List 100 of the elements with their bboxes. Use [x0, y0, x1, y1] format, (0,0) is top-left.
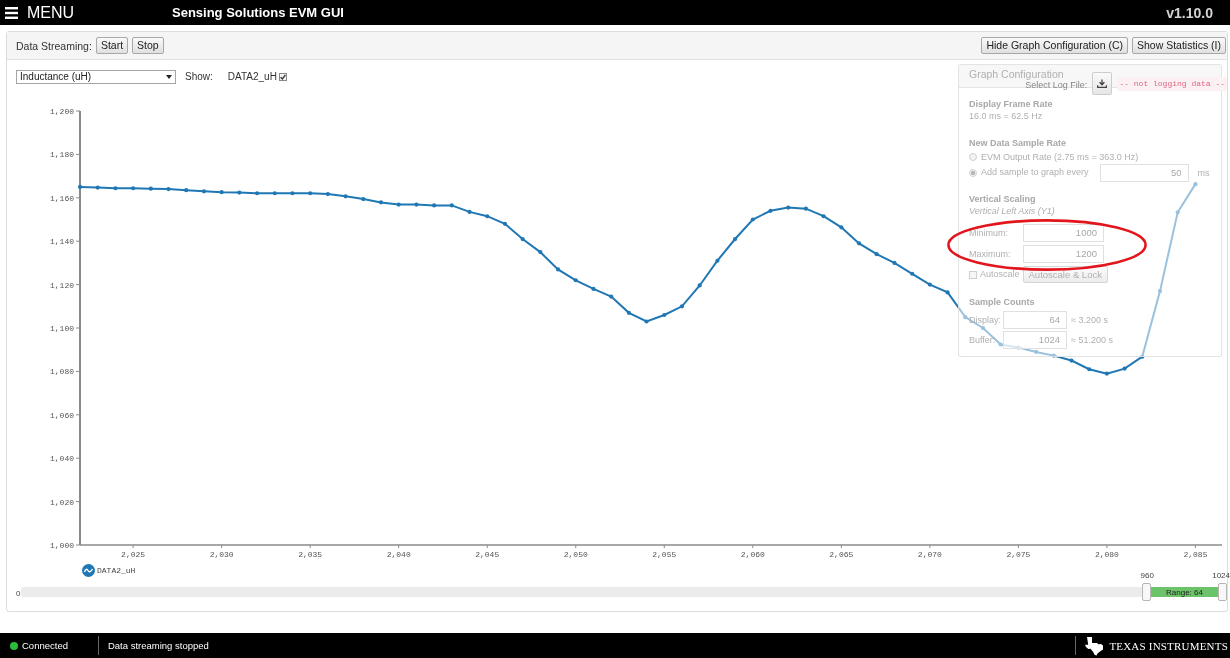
data-point	[1087, 367, 1092, 372]
data-point	[1016, 345, 1021, 350]
data-point	[839, 225, 844, 230]
data-point	[856, 241, 862, 246]
menu-icon	[5, 6, 18, 19]
measurement-dropdown[interactable]: Inductance (uH)	[16, 69, 176, 84]
data-point	[520, 236, 525, 242]
connection-label: Connected	[22, 640, 68, 651]
checkbox[interactable]	[969, 270, 977, 279]
option-label: EVM Output Rate (2.75 ms = 363.0 Hz)	[981, 151, 1139, 163]
caret-icon	[166, 74, 172, 79]
data-point	[910, 271, 915, 276]
download-icon	[1097, 79, 1108, 88]
data-point	[786, 205, 791, 210]
app-title: Sensing Solutions EVM GUI	[172, 5, 344, 20]
y-tick-label: 1,140	[50, 237, 74, 247]
x-tick-label: 2,070	[917, 550, 942, 559]
data-point	[733, 236, 738, 242]
slider-handle[interactable]	[1218, 583, 1227, 601]
slider-min-label: 0	[16, 589, 21, 598]
start-button[interactable]: Start	[95, 37, 129, 54]
menu-button[interactable]: MENU	[0, 0, 79, 25]
data-point	[378, 200, 384, 205]
duration-note: ≈ 51.200 s	[1071, 334, 1113, 346]
data-point	[166, 187, 171, 192]
frame-rate-value: 16.0 ms = 62.5 Hz	[969, 111, 1043, 122]
show-label: Show:	[185, 71, 213, 82]
data-point	[679, 304, 685, 309]
handle-value-label: 960	[1140, 571, 1154, 580]
series-label: DATA2_uH	[227, 71, 277, 82]
status-message: Data streaming stopped	[107, 640, 209, 651]
data-point	[750, 217, 755, 222]
data-point	[821, 214, 826, 219]
hide-config-button[interactable]: Hide Graph Configuration (C)	[981, 37, 1128, 54]
data-point	[95, 185, 100, 190]
data-point	[626, 310, 631, 315]
handle-value-label: 1024	[1212, 571, 1230, 580]
data-point	[1122, 366, 1127, 371]
statistics-button[interactable]: Show Statistics (I)	[1131, 37, 1226, 54]
version-label: v1.10.0	[1166, 4, 1213, 21]
data-point	[1104, 371, 1109, 376]
slider-handle[interactable]	[1141, 583, 1151, 601]
data-point	[77, 184, 83, 190]
radio-button[interactable]	[969, 168, 977, 177]
data-point	[254, 191, 260, 196]
data-point	[1193, 182, 1198, 187]
x-tick-label: 2,060	[740, 550, 765, 559]
y-tick-label: 1,100	[50, 324, 74, 333]
data-point	[308, 191, 313, 196]
data-point	[644, 319, 649, 324]
axis-subheading: Vertical Left Axis (Y1)	[969, 206, 1055, 217]
data-point	[237, 190, 242, 195]
data-point	[1175, 210, 1180, 215]
data-point	[290, 191, 295, 196]
logo-icon	[1084, 635, 1105, 656]
x-tick-label: 2,045	[475, 550, 500, 559]
data-point	[1157, 289, 1163, 294]
section-heading: Vertical Scaling	[969, 194, 1036, 205]
y-tick-label: 1,200	[50, 107, 74, 116]
streaming-label: Data Streaming:	[16, 39, 92, 52]
y-tick-label: 1,060	[50, 410, 74, 420]
data-point	[184, 188, 189, 193]
logging-status: -- not logging data --	[1117, 77, 1227, 91]
x-tick-label: 2,040	[386, 550, 411, 559]
field-label: Minimum:	[969, 227, 1008, 239]
data-point	[538, 249, 543, 255]
x-tick-label: 2,055	[652, 550, 677, 559]
data-point	[1034, 349, 1039, 354]
data-point	[874, 252, 879, 257]
y-tick-label: 1,080	[50, 367, 74, 377]
stop-button[interactable]: Stop	[132, 37, 164, 54]
panel-title: Graph Configuration	[969, 68, 1064, 80]
section-heading: Display Frame Rate	[969, 99, 1053, 110]
x-tick-label: 2,050	[563, 550, 588, 559]
download-button[interactable]	[1092, 72, 1113, 95]
data-point	[768, 208, 773, 213]
y-tick-label: 1,040	[50, 454, 74, 464]
x-tick-label: 2,080	[1094, 550, 1119, 559]
legend-wave-icon	[82, 563, 95, 577]
x-tick-label: 2,075	[1006, 550, 1031, 559]
field-label: Maximum:	[969, 248, 1011, 260]
field-label: Display:	[969, 314, 1001, 326]
data-point	[414, 202, 419, 207]
data-point	[803, 206, 808, 211]
data-point	[1069, 358, 1074, 363]
data-point	[980, 325, 986, 331]
unit-label: ms	[1197, 167, 1210, 178]
radio-button[interactable]	[969, 153, 977, 161]
x-tick-label: 2,025	[121, 550, 146, 559]
option-label: Add sample to graph every	[981, 167, 1089, 178]
duration-note: ≈ 3.200 s	[1071, 314, 1108, 326]
data-point	[485, 214, 490, 219]
data-point	[662, 312, 667, 318]
data-point	[467, 209, 472, 214]
checkbox-label: Autoscale	[980, 269, 1020, 280]
data-point	[502, 221, 508, 226]
series-checkbox[interactable]	[278, 72, 287, 81]
y-tick-label: 1,160	[50, 193, 74, 203]
log-file-label: Select Log File:	[1025, 80, 1088, 91]
data-point	[131, 186, 136, 191]
